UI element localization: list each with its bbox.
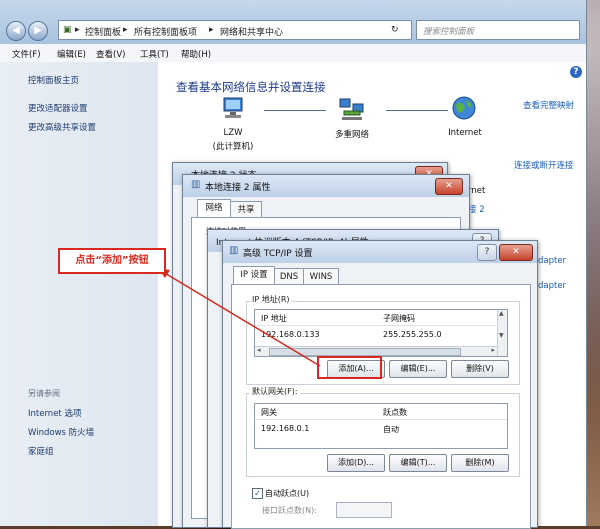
add-button-highlight xyxy=(317,356,382,379)
annotation-callout: 点击“添加”按钮 xyxy=(58,248,166,274)
